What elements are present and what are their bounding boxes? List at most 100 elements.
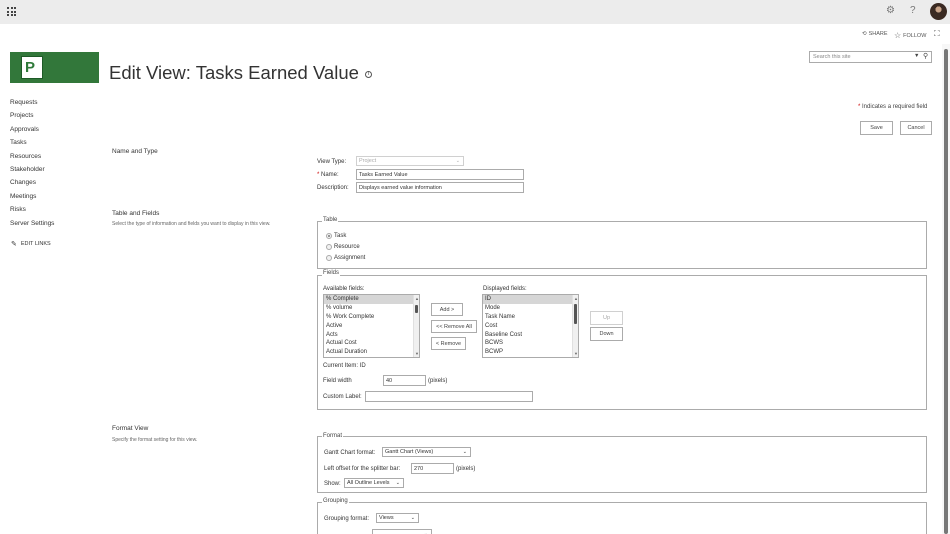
show-outline-select[interactable]: All Outline Levels ⌄ bbox=[344, 478, 404, 488]
list-item[interactable]: Cost bbox=[483, 322, 578, 331]
waffle-icon[interactable] bbox=[7, 7, 16, 16]
field-width-input[interactable]: 40 bbox=[383, 375, 426, 386]
avatar[interactable] bbox=[930, 3, 947, 20]
partial-select[interactable]: ⌄ bbox=[372, 529, 432, 534]
list-item[interactable]: % Work Complete bbox=[324, 313, 419, 322]
add-field-button[interactable]: Add > bbox=[431, 303, 463, 316]
share-button[interactable]: ⟲ SHARE bbox=[862, 31, 888, 37]
nav-item-approvals[interactable]: Approvals bbox=[10, 126, 39, 133]
available-fields-scrollbar[interactable]: ▲ ▼ bbox=[413, 295, 419, 357]
available-fields-list[interactable]: % Complete % volume % Work Complete Acti… bbox=[323, 294, 420, 358]
page-title-text: Edit View: Tasks Earned Value bbox=[109, 62, 359, 83]
page-scrollbar[interactable] bbox=[942, 44, 950, 534]
name-field[interactable]: Tasks Earned Value bbox=[356, 169, 524, 180]
info-icon[interactable]: i bbox=[364, 70, 372, 78]
list-item[interactable]: % volume bbox=[324, 304, 419, 313]
focus-icon[interactable]: ⛶ bbox=[934, 29, 940, 39]
nav-item-projects[interactable]: Projects bbox=[10, 112, 33, 119]
required-note-text: Indicates a required field bbox=[862, 104, 928, 110]
grouping-legend: Grouping bbox=[322, 498, 349, 504]
share-label: SHARE bbox=[868, 31, 888, 37]
nav-item-changes[interactable]: Changes bbox=[10, 179, 36, 186]
radio-dot-icon bbox=[326, 244, 332, 250]
nav-item-risks[interactable]: Risks bbox=[10, 206, 26, 213]
edit-links-button[interactable]: ✎ EDIT LINKS bbox=[11, 240, 51, 248]
search-icon[interactable]: ⚲ bbox=[923, 52, 928, 60]
gantt-format-select[interactable]: Gantt Chart (Views) ⌄ bbox=[382, 447, 471, 457]
required-field-note: * Indicates a required field bbox=[858, 104, 928, 110]
scroll-down-icon[interactable]: ▼ bbox=[573, 351, 578, 356]
list-item[interactable]: Active bbox=[324, 322, 419, 331]
scroll-thumb[interactable] bbox=[415, 305, 418, 313]
search-input[interactable]: Search this site bbox=[813, 54, 851, 60]
list-item[interactable]: Actual Cost bbox=[324, 339, 419, 348]
field-width-label: Field width bbox=[323, 378, 352, 384]
gear-icon[interactable]: ⚙ bbox=[886, 5, 895, 16]
suite-bar: ⚙ ? bbox=[0, 0, 950, 24]
list-item[interactable]: Acts bbox=[324, 331, 419, 340]
view-type-select: Project ⌄ bbox=[356, 156, 464, 166]
list-item[interactable]: Task Name bbox=[483, 313, 578, 322]
section-title-name-and-type: Name and Type bbox=[112, 148, 158, 155]
radio-assignment-label: Assignment bbox=[334, 255, 366, 261]
chevron-down-icon: ⌄ bbox=[462, 449, 467, 455]
name-label-text: Name: bbox=[321, 172, 339, 178]
scroll-down-icon[interactable]: ▼ bbox=[414, 351, 419, 356]
radio-dot-icon bbox=[326, 255, 332, 261]
fields-legend: Fields bbox=[322, 270, 341, 276]
radio-task-label: Task bbox=[334, 233, 347, 239]
cancel-button[interactable]: Cancel bbox=[900, 121, 932, 135]
site-logo[interactable]: P bbox=[10, 52, 99, 83]
nav-item-requests[interactable]: Requests bbox=[10, 99, 37, 106]
radio-task[interactable]: Task bbox=[326, 233, 346, 239]
format-fieldset bbox=[317, 436, 927, 493]
scroll-thumb[interactable] bbox=[574, 304, 577, 324]
view-type-label: View Type: bbox=[317, 159, 347, 165]
list-item[interactable]: Actual Duration bbox=[324, 348, 419, 357]
remove-all-button[interactable]: << Remove All bbox=[431, 320, 477, 333]
project-logo-icon: P bbox=[21, 56, 43, 79]
search-box[interactable]: Search this site ▼ ⚲ bbox=[809, 51, 932, 63]
radio-assignment[interactable]: Assignment bbox=[326, 255, 365, 261]
nav-item-server-settings[interactable]: Server Settings bbox=[10, 220, 54, 227]
move-up-button[interactable]: Up bbox=[590, 311, 623, 325]
edit-links-label: EDIT LINKS bbox=[20, 241, 51, 247]
scroll-up-icon[interactable]: ▲ bbox=[573, 296, 578, 301]
remove-field-button[interactable]: < Remove bbox=[431, 337, 466, 350]
nav-item-resources[interactable]: Resources bbox=[10, 153, 41, 160]
nav-item-tasks[interactable]: Tasks bbox=[10, 139, 27, 146]
list-item[interactable]: Baseline Cost bbox=[483, 331, 578, 340]
page-title: Edit View: Tasks Earned Value i bbox=[109, 62, 372, 84]
gantt-format-value: Gantt Chart (Views) bbox=[385, 449, 434, 455]
question-icon[interactable]: ? bbox=[910, 5, 916, 16]
table-fieldset bbox=[317, 221, 927, 269]
list-item[interactable]: % Complete bbox=[324, 295, 419, 304]
list-item[interactable]: BCWP bbox=[483, 348, 578, 357]
displayed-fields-scrollbar[interactable]: ▲ ▼ bbox=[572, 295, 578, 357]
splitter-offset-label: Left offset for the splitter bar: bbox=[324, 466, 401, 472]
splitter-offset-unit: (pixels) bbox=[456, 466, 476, 472]
nav-item-meetings[interactable]: Meetings bbox=[10, 193, 36, 200]
section-title-table-and-fields: Table and Fields bbox=[112, 210, 160, 217]
save-button[interactable]: Save bbox=[860, 121, 893, 135]
displayed-fields-list[interactable]: ID Mode Task Name Cost Baseline Cost BCW… bbox=[482, 294, 579, 358]
follow-button[interactable]: ☆ FOLLOW bbox=[894, 31, 926, 40]
scroll-up-icon[interactable]: ▲ bbox=[414, 296, 419, 301]
custom-label-input[interactable] bbox=[365, 391, 533, 402]
search-scope-chevron-icon[interactable]: ▼ bbox=[914, 53, 919, 59]
pencil-icon: ✎ bbox=[11, 241, 17, 248]
radio-resource[interactable]: Resource bbox=[326, 244, 360, 250]
follow-label: FOLLOW bbox=[903, 32, 927, 39]
page-scroll-thumb[interactable] bbox=[944, 49, 948, 534]
nav-item-stakeholder[interactable]: Stakeholder bbox=[10, 166, 45, 173]
displayed-fields-label: Displayed fields: bbox=[483, 286, 527, 292]
list-item[interactable]: ID bbox=[483, 295, 578, 304]
chevron-down-icon: ⌄ bbox=[395, 480, 400, 486]
move-down-button[interactable]: Down bbox=[590, 327, 623, 341]
list-item[interactable]: BCWS bbox=[483, 339, 578, 348]
description-field[interactable]: Displays earned value information bbox=[356, 182, 524, 193]
list-item[interactable]: Mode bbox=[483, 304, 578, 313]
splitter-offset-input[interactable]: 270 bbox=[411, 463, 454, 474]
grouping-format-select[interactable]: Views ⌄ bbox=[376, 513, 419, 523]
field-width-unit: (pixels) bbox=[428, 378, 448, 384]
